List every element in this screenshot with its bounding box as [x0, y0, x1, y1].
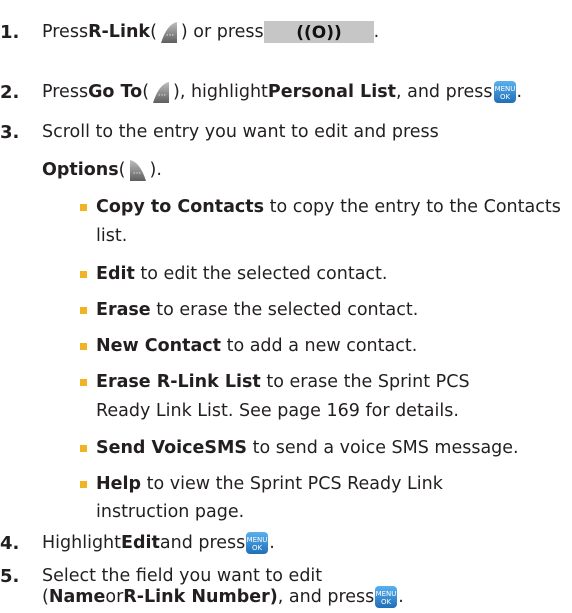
step-number: 2.	[0, 81, 20, 103]
step-text: Select the field you want to edit	[42, 566, 323, 586]
svg-text:···: ···	[166, 31, 175, 41]
svg-text:MENU: MENU	[494, 85, 515, 93]
left-softkey-icon: ···	[160, 22, 177, 43]
step-text: Highlight Edit and press MENU OK .	[42, 532, 275, 554]
bullet-icon	[80, 271, 87, 278]
bullet-icon	[80, 307, 87, 314]
right-softkey-icon: ···	[129, 160, 146, 181]
menu-ok-key-icon: MENU OK	[246, 532, 269, 554]
menu-ok-key-icon: MENU OK	[375, 586, 398, 608]
list-item-continuation: Ready Link List. See page 169 for detail…	[96, 401, 459, 421]
step-number: 1.	[0, 21, 20, 43]
list-item-continuation: list.	[96, 226, 128, 246]
bullet-icon	[80, 445, 87, 452]
step-text: Scroll to the entry you want to edit and…	[42, 122, 439, 142]
bullet-icon	[80, 379, 87, 386]
svg-text:OK: OK	[252, 544, 263, 552]
step-number: 5.	[0, 565, 20, 587]
step-text: Press R-Link ( ··· ) or press ((O)) .	[42, 19, 379, 45]
bullet-icon	[80, 204, 87, 211]
left-softkey-icon: ···	[153, 82, 170, 103]
step-number: 4.	[0, 532, 20, 554]
menu-ok-key-icon: MENU OK	[493, 81, 516, 103]
step-text: Options ( ··· ).	[42, 157, 162, 183]
bullet-icon	[80, 481, 87, 488]
svg-text:···: ···	[158, 91, 167, 101]
svg-text:MENU: MENU	[376, 590, 397, 598]
svg-text:((O)): ((O))	[296, 23, 342, 43]
svg-text:MENU: MENU	[247, 536, 268, 544]
bullet-icon	[80, 343, 87, 350]
svg-text:OK: OK	[381, 598, 392, 606]
svg-text:···: ···	[132, 169, 141, 179]
step-number: 3.	[0, 121, 20, 143]
step-text: ( Name or R-Link Number) , and press MEN…	[42, 586, 404, 608]
navigation-key-icon: ((O))	[263, 21, 374, 43]
step-text: Press Go To ( ··· ), highlight Personal …	[42, 79, 522, 105]
list-item-continuation: instruction page.	[96, 502, 245, 522]
svg-text:OK: OK	[499, 93, 510, 101]
